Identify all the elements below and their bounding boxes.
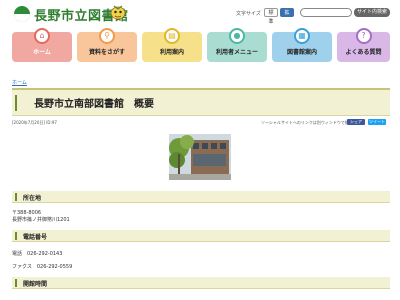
nav-search-label: 資料をさがす — [88, 49, 125, 56]
nav-faq-label: よくある質問 — [345, 49, 382, 56]
home-icon: ⌂ — [34, 28, 50, 44]
title-accent-bar — [15, 95, 17, 111]
site-search-input[interactable] — [300, 8, 352, 17]
telephone-number: 電話 026-292-0143 — [12, 251, 63, 257]
breadcrumb-home-link[interactable]: ホーム — [12, 79, 27, 86]
nav-home[interactable]: ⌂ ホーム — [12, 28, 72, 62]
font-size-standard-button[interactable]: 標準 — [264, 8, 278, 25]
nav-guide-label: 利用案内 — [159, 49, 184, 56]
updated-date: [2020年7月20日] ID:97 — [12, 120, 57, 125]
nav-menu-label: 利用者メニュー — [215, 49, 258, 56]
header: 長野市立図書館 文字サイズ 標準 拡大 サイト内検索 — [0, 0, 400, 26]
question-icon: ? — [355, 28, 372, 44]
section-location-title: 所在地 — [23, 195, 42, 202]
nav-home-label: ホーム — [33, 49, 51, 56]
site-search-button[interactable]: サイト内検索 — [354, 8, 390, 17]
section-hours-heading: 開館時間 — [12, 277, 390, 289]
nav-faq[interactable]: ? よくある質問 — [337, 28, 390, 62]
search-icon: ⚲ — [99, 28, 115, 44]
facebook-share-button[interactable]: シェア — [347, 119, 365, 125]
font-size-label: 文字サイズ — [236, 11, 261, 17]
address: 長野市篠ノ井御幣川1201 — [12, 217, 70, 223]
fax-number: ファクス 026-292-0559 — [12, 264, 73, 270]
page-title: 長野市立南部図書館 概要 — [34, 99, 154, 110]
main-navigation: ⌂ ホーム ⚲ 資料をさがす ▤ 利用案内 ● 利用者メニュー ▦ 図書館案内 … — [12, 28, 390, 62]
section-phone-title: 電話番号 — [23, 234, 48, 241]
twitter-share-button[interactable]: ツイート — [368, 119, 386, 125]
user-icon: ● — [229, 28, 245, 44]
mascot-icon — [110, 5, 126, 20]
section-phone-heading: 電話番号 — [12, 230, 390, 242]
book-icon: ▤ — [164, 28, 180, 44]
library-building-photo — [169, 134, 231, 180]
section-hours-title: 開館時間 — [23, 281, 48, 288]
external-link-note: ソーシャルサイトへのリンクは別ウィンドウで開きます — [261, 120, 361, 125]
building-icon: ▦ — [294, 28, 310, 44]
postal-code: 〒388-8006 — [12, 210, 42, 216]
nav-info-label: 図書館案内 — [286, 49, 317, 56]
section-accent-bar — [15, 232, 17, 240]
nav-user-menu[interactable]: ● 利用者メニュー — [207, 28, 267, 62]
font-size-large-button[interactable]: 拡大 — [280, 8, 294, 25]
page-title-box: 長野市立南部図書館 概要 — [12, 88, 390, 116]
nav-search-materials[interactable]: ⚲ 資料をさがす — [77, 28, 137, 62]
library-logo-icon[interactable] — [14, 6, 30, 22]
section-location-heading: 所在地 — [12, 191, 390, 203]
section-accent-bar — [15, 279, 17, 287]
nav-library-info[interactable]: ▦ 図書館案内 — [272, 28, 332, 62]
nav-usage-guide[interactable]: ▤ 利用案内 — [142, 28, 202, 62]
section-accent-bar — [15, 193, 17, 201]
